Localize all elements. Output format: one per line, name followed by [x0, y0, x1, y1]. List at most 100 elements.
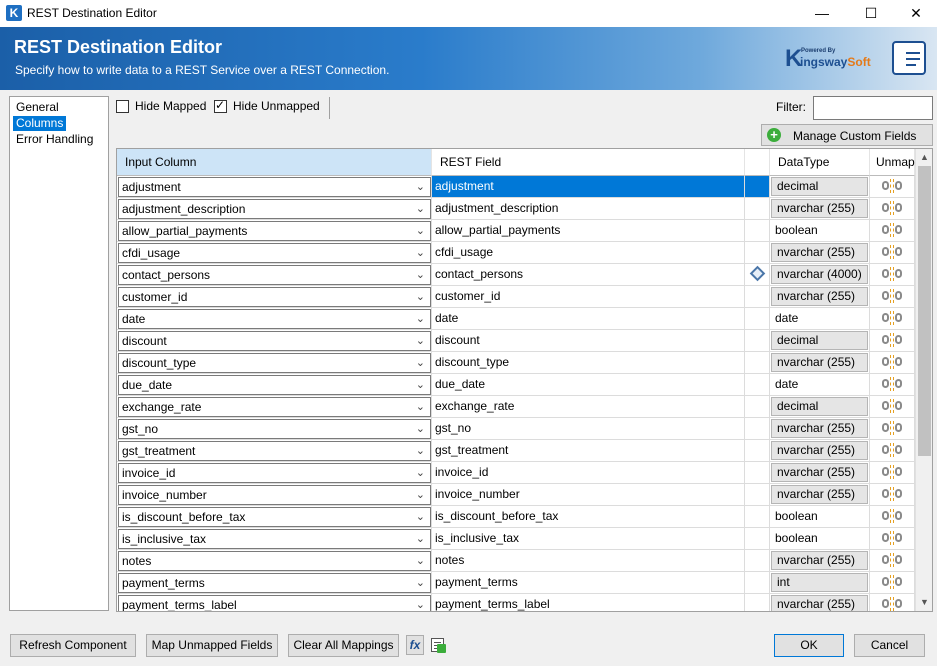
scroll-thumb[interactable] — [918, 166, 931, 456]
unmap-cell[interactable] — [870, 176, 915, 198]
input-column-cell[interactable]: is_discount_before_tax ⌄ — [117, 506, 432, 528]
table-row[interactable]: is_inclusive_tax ⌄ is_inclusive_tax boolean — [117, 528, 915, 550]
datatype-cell[interactable]: nvarchar (255) — [770, 440, 870, 462]
datatype-cell[interactable]: boolean — [770, 506, 870, 528]
map-unmapped-fields-button[interactable]: Map Unmapped Fields — [146, 634, 278, 657]
hide-mapped-label[interactable]: Hide Mapped — [135, 99, 206, 113]
input-column-cell[interactable]: notes ⌄ — [117, 550, 432, 572]
chevron-down-icon[interactable]: ⌄ — [416, 376, 425, 394]
input-column-select[interactable]: customer_id ⌄ — [118, 287, 431, 307]
grid-vertical-scrollbar[interactable]: ▲ ▼ — [915, 149, 932, 611]
chevron-down-icon[interactable]: ⌄ — [416, 574, 425, 592]
datatype-value[interactable]: nvarchar (255) — [771, 441, 868, 460]
datatype-cell[interactable]: nvarchar (255) — [770, 550, 870, 572]
unmap-cell[interactable] — [870, 352, 915, 374]
datatype-value[interactable]: nvarchar (255) — [771, 419, 868, 438]
unmap-chain-icon[interactable] — [882, 333, 902, 347]
datatype-cell[interactable]: nvarchar (255) — [770, 484, 870, 506]
filter-input[interactable] — [813, 96, 933, 120]
unmap-chain-icon[interactable] — [882, 597, 902, 611]
manage-custom-fields-button[interactable]: + Manage Custom Fields — [761, 124, 933, 146]
input-column-select[interactable]: contact_persons ⌄ — [118, 265, 431, 285]
table-row[interactable]: cfdi_usage ⌄ cfdi_usage nvarchar (255) — [117, 242, 915, 264]
input-column-cell[interactable]: adjustment ⌄ — [117, 176, 432, 198]
input-column-cell[interactable]: is_inclusive_tax ⌄ — [117, 528, 432, 550]
hide-unmapped-label[interactable]: Hide Unmapped — [233, 99, 320, 113]
unmap-cell[interactable] — [870, 484, 915, 506]
datatype-cell[interactable]: date — [770, 308, 870, 330]
chevron-down-icon[interactable]: ⌄ — [416, 178, 425, 196]
unmap-cell[interactable] — [870, 220, 915, 242]
datatype-value[interactable]: nvarchar (255) — [771, 243, 868, 262]
input-column-select[interactable]: is_inclusive_tax ⌄ — [118, 529, 431, 549]
chevron-down-icon[interactable]: ⌄ — [416, 442, 425, 460]
diamond-icon[interactable] — [749, 265, 765, 282]
nav-item-error-handling[interactable]: Error Handling — [13, 132, 96, 147]
table-row[interactable]: allow_partial_payments ⌄ allow_partial_pay… — [117, 220, 915, 242]
input-column-select[interactable]: gst_treatment ⌄ — [118, 441, 431, 461]
chevron-down-icon[interactable]: ⌄ — [416, 530, 425, 548]
header-unmap[interactable]: Unmap — [870, 149, 915, 176]
table-row[interactable]: is_discount_before_tax ⌄ is_discount_befor… — [117, 506, 915, 528]
header-datatype[interactable]: DataType — [770, 149, 870, 176]
chevron-down-icon[interactable]: ⌄ — [416, 222, 425, 240]
table-row[interactable]: gst_treatment ⌄ gst_treatment nvarchar (255… — [117, 440, 915, 462]
datatype-cell[interactable]: decimal — [770, 176, 870, 198]
input-column-cell[interactable]: gst_no ⌄ — [117, 418, 432, 440]
datatype-value[interactable]: nvarchar (255) — [771, 287, 868, 306]
header-rest-field[interactable]: REST Field — [432, 149, 745, 176]
header-input-column[interactable]: Input Column — [117, 149, 432, 176]
datatype-value[interactable]: decimal — [771, 397, 868, 416]
datatype-cell[interactable]: nvarchar (4000) — [770, 264, 870, 286]
datatype-value[interactable]: boolean — [775, 528, 818, 549]
datatype-cell[interactable]: nvarchar (255) — [770, 286, 870, 308]
input-column-select[interactable]: notes ⌄ — [118, 551, 431, 571]
unmap-cell[interactable] — [870, 462, 915, 484]
input-column-select[interactable]: discount ⌄ — [118, 331, 431, 351]
table-row[interactable]: contact_persons ⌄ contact_persons nvarchar … — [117, 264, 915, 286]
datatype-value[interactable]: nvarchar (255) — [771, 595, 868, 611]
unmap-chain-icon[interactable] — [882, 553, 902, 567]
unmap-chain-icon[interactable] — [882, 223, 902, 237]
chevron-down-icon[interactable]: ⌄ — [416, 486, 425, 504]
table-row[interactable]: gst_no ⌄ gst_no nvarchar (255) — [117, 418, 915, 440]
unmap-chain-icon[interactable] — [882, 443, 902, 457]
unmap-cell[interactable] — [870, 440, 915, 462]
unmap-cell[interactable] — [870, 594, 915, 611]
unmap-chain-icon[interactable] — [882, 377, 902, 391]
input-column-cell[interactable]: invoice_number ⌄ — [117, 484, 432, 506]
unmap-chain-icon[interactable] — [882, 487, 902, 501]
clear-all-mappings-button[interactable]: Clear All Mappings — [288, 634, 399, 657]
unmap-chain-icon[interactable] — [882, 421, 902, 435]
unmap-chain-icon[interactable] — [882, 179, 902, 193]
input-column-select[interactable]: adjustment_description ⌄ — [118, 199, 431, 219]
datatype-value[interactable]: decimal — [771, 177, 868, 196]
ok-button[interactable]: OK — [774, 634, 844, 657]
cancel-button[interactable]: Cancel — [854, 634, 925, 657]
datatype-cell[interactable]: int — [770, 572, 870, 594]
unmap-cell[interactable] — [870, 198, 915, 220]
unmap-chain-icon[interactable] — [882, 399, 902, 413]
input-column-cell[interactable]: invoice_id ⌄ — [117, 462, 432, 484]
chevron-down-icon[interactable]: ⌄ — [416, 244, 425, 262]
chevron-down-icon[interactable]: ⌄ — [416, 200, 425, 218]
datatype-cell[interactable]: nvarchar (255) — [770, 462, 870, 484]
input-column-select[interactable]: payment_terms_label ⌄ — [118, 595, 431, 611]
input-column-select[interactable]: payment_terms ⌄ — [118, 573, 431, 593]
input-column-select[interactable]: invoice_id ⌄ — [118, 463, 431, 483]
input-column-cell[interactable]: adjustment_description ⌄ — [117, 198, 432, 220]
input-column-select[interactable]: is_discount_before_tax ⌄ — [118, 507, 431, 527]
input-column-cell[interactable]: customer_id ⌄ — [117, 286, 432, 308]
chevron-down-icon[interactable]: ⌄ — [416, 464, 425, 482]
unmap-cell[interactable] — [870, 286, 915, 308]
input-column-cell[interactable]: gst_treatment ⌄ — [117, 440, 432, 462]
datatype-cell[interactable]: decimal — [770, 330, 870, 352]
datatype-cell[interactable]: decimal — [770, 396, 870, 418]
datatype-value[interactable]: nvarchar (255) — [771, 551, 868, 570]
unmap-chain-icon[interactable] — [882, 531, 902, 545]
unmap-cell[interactable] — [870, 396, 915, 418]
input-column-cell[interactable]: payment_terms ⌄ — [117, 572, 432, 594]
input-column-select[interactable]: adjustment ⌄ — [118, 177, 431, 197]
input-column-cell[interactable]: cfdi_usage ⌄ — [117, 242, 432, 264]
table-row[interactable]: payment_terms_label ⌄ payment_terms_label n… — [117, 594, 915, 611]
